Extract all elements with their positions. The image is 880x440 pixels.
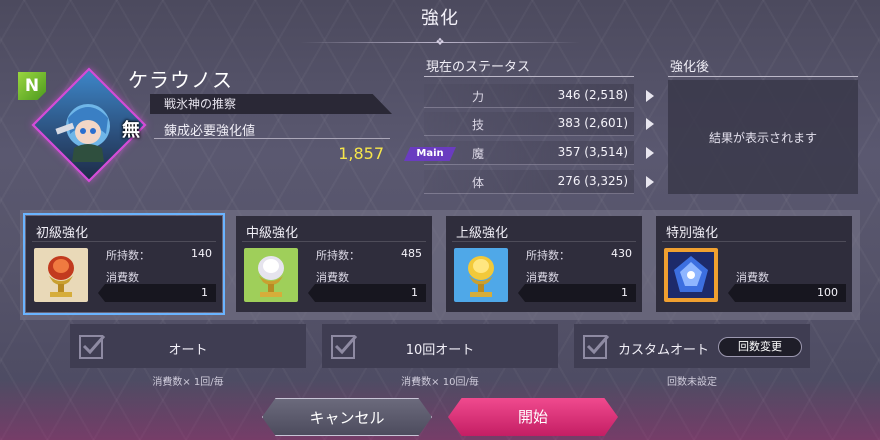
card-divider	[32, 241, 216, 242]
required-value: 1,857	[338, 144, 384, 163]
auto10-label: 10回オート	[405, 343, 475, 358]
consume-value: 1	[411, 286, 418, 299]
custom-auto-note: 回数未設定	[667, 377, 717, 388]
stat-value: 346 (2,518)	[557, 88, 628, 102]
consume-stepper[interactable]: 1	[98, 284, 216, 302]
auto-button[interactable]: オート	[70, 324, 306, 368]
result-preview-box: 結果が表示されます	[668, 80, 858, 194]
arrow-right-icon	[646, 90, 654, 102]
after-title: 強化後	[670, 60, 710, 75]
status-title: 現在のステータス	[426, 60, 531, 75]
blue-gem-icon	[664, 248, 718, 302]
stat-row-power: 力 346 (2,518)	[424, 84, 634, 108]
arrow-right-icon	[646, 147, 654, 159]
ornament-icon: ❖	[435, 37, 445, 48]
consume-value: 100	[817, 286, 838, 299]
owned-value: 485	[401, 247, 422, 260]
checkbox-icon[interactable]	[582, 332, 612, 360]
stat-value: 383 (2,601)	[557, 116, 628, 130]
stat-name: 魔	[472, 147, 485, 161]
background-glow	[0, 380, 880, 440]
character-subtitle: 戦氷神の推察	[150, 94, 392, 114]
green-chalice-icon	[244, 248, 298, 302]
auto-label: オート	[168, 343, 208, 358]
card-divider	[452, 241, 636, 242]
cancel-label: キャンセル	[309, 409, 385, 427]
consume-label: 消費数	[106, 271, 139, 284]
change-count-button[interactable]: 回数変更	[718, 337, 802, 357]
custom-auto-button[interactable]: カスタムオート 回数変更	[574, 324, 810, 368]
stat-name: 体	[472, 176, 485, 190]
required-label: 錬成必要強化値	[164, 124, 256, 139]
consume-value: 1	[201, 286, 208, 299]
stat-name: 技	[472, 118, 485, 132]
card-title: 上級強化	[456, 226, 509, 241]
arrow-right-icon	[646, 118, 654, 130]
cancel-button[interactable]: キャンセル	[262, 398, 432, 436]
custom-auto-label: カスタムオート	[618, 343, 710, 358]
card-special-enhance[interactable]: 特別強化 消費数 100	[656, 216, 852, 312]
element-badge: 無	[122, 120, 140, 141]
owned-label: 所持数：	[106, 249, 150, 262]
auto10-button[interactable]: 10回オート	[322, 324, 558, 368]
card-divider	[662, 241, 846, 242]
stat-name: 力	[472, 90, 485, 104]
card-divider	[242, 241, 426, 242]
stat-row-skill: 技 383 (2,601)	[424, 112, 634, 136]
card-basic-enhance[interactable]: 初級強化 所持数： 140 消費数 1	[23, 213, 225, 315]
required-divider	[154, 138, 390, 139]
status-divider	[424, 76, 634, 77]
result-placeholder: 結果が表示されます	[708, 130, 817, 145]
consume-stepper[interactable]: 1	[518, 284, 636, 302]
auto-note: 消費数× 1回/毎	[152, 377, 224, 388]
owned-label: 所持数：	[316, 249, 360, 262]
start-button[interactable]: 開始	[448, 398, 618, 436]
blue-chalice-icon	[454, 248, 508, 302]
stat-value: 276 (3,325)	[557, 174, 628, 188]
auto10-note: 消費数× 10回/毎	[401, 377, 479, 388]
stat-value: 357 (3,514)	[557, 145, 628, 159]
stat-row-body: 体 276 (3,325)	[424, 170, 634, 194]
main-stat-tag: Main	[404, 147, 456, 161]
consume-label: 消費数	[526, 271, 559, 284]
consume-label: 消費数	[316, 271, 349, 284]
stat-row-magic: 魔 357 (3,514)	[424, 141, 634, 165]
owned-value: 430	[611, 247, 632, 260]
start-label: 開始	[517, 408, 548, 426]
card-title: 中級強化	[246, 226, 299, 241]
after-divider	[668, 76, 858, 77]
card-title: 初級強化	[36, 226, 89, 241]
owned-value: 140	[191, 247, 212, 260]
red-chalice-icon	[34, 248, 88, 302]
owned-label: 所持数：	[526, 249, 570, 262]
arrow-right-icon	[646, 176, 654, 188]
consume-value: 1	[621, 286, 628, 299]
page-title: 強化	[421, 8, 459, 29]
consume-label: 消費数	[736, 271, 769, 284]
consume-stepper[interactable]: 1	[308, 284, 426, 302]
card-mid-enhance[interactable]: 中級強化 所持数： 485 消費数 1	[236, 216, 432, 312]
character-name: ケラウノス	[128, 68, 233, 92]
card-title: 特別強化	[666, 226, 719, 241]
card-advanced-enhance[interactable]: 上級強化 所持数： 430 消費数 1	[446, 216, 642, 312]
consume-stepper[interactable]: 100	[728, 284, 846, 302]
